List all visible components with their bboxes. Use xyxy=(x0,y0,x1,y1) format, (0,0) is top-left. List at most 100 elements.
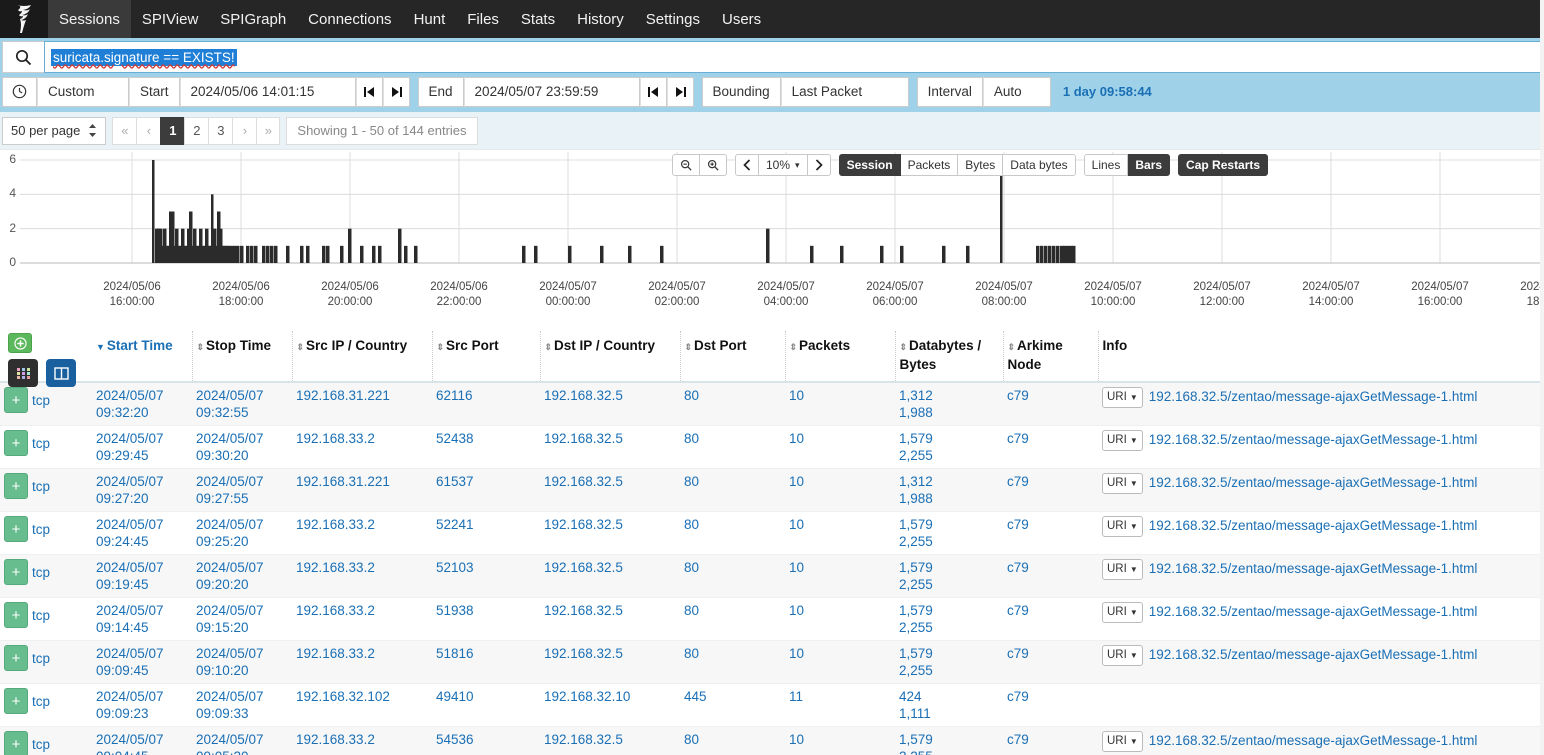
metric-button-data-bytes[interactable]: Data bytes xyxy=(1003,154,1076,176)
cell-start-time[interactable]: 2024/05/07 09:32:20 xyxy=(92,382,192,426)
cell-arkime-node[interactable]: c79 xyxy=(1003,512,1098,555)
bounding-select[interactable]: Last Packet xyxy=(780,76,909,107)
cell-packets[interactable]: 10 xyxy=(785,426,895,469)
metric-button-packets[interactable]: Packets xyxy=(900,154,959,176)
metric-button-session[interactable]: Session xyxy=(838,154,901,176)
page-last-button[interactable]: » xyxy=(256,116,281,145)
cap-restarts-button[interactable]: Cap Restarts xyxy=(1178,154,1269,176)
cell-dst-port[interactable]: 80 xyxy=(680,512,785,555)
end-skip-first-button[interactable] xyxy=(639,76,667,107)
nav-item-sessions[interactable]: Sessions xyxy=(48,0,131,38)
expand-row-button[interactable]: + xyxy=(4,387,28,413)
search-input[interactable]: suricata.signature == EXISTS! xyxy=(44,41,1542,73)
info-field-dropdown[interactable]: URI ▼ xyxy=(1102,473,1143,494)
info-value[interactable]: 192.168.32.5/zentao/message-ajaxGetMessa… xyxy=(1149,561,1478,576)
cell-stop-time[interactable]: 2024/05/07 09:15:20 xyxy=(192,598,292,641)
table-row[interactable]: + tcp 2024/05/07 09:09:45 2024/05/07 09:10:20… xyxy=(0,640,1544,684)
cell-dst-port[interactable]: 445 xyxy=(680,684,785,727)
end-skip-last-button[interactable] xyxy=(666,76,694,107)
info-field-dropdown[interactable]: URI ▼ xyxy=(1102,731,1143,752)
info-value[interactable]: 192.168.32.5/zentao/message-ajaxGetMessa… xyxy=(1149,518,1478,533)
page-prev-button[interactable]: ‹ xyxy=(136,116,161,145)
cell-src-ip[interactable]: 192.168.33.2 xyxy=(292,512,432,555)
grid-view-icon[interactable] xyxy=(8,359,38,387)
cell-stop-time[interactable]: 2024/05/07 09:30:20 xyxy=(192,426,292,469)
cell-start-time[interactable]: 2024/05/07 09:29:45 xyxy=(92,426,192,469)
cell-dst-ip[interactable]: 192.168.32.5 xyxy=(540,555,680,598)
cell-src-port[interactable]: 52103 xyxy=(432,555,540,598)
table-row[interactable]: + tcp 2024/05/07 09:09:23 2024/05/07 09:09:33… xyxy=(0,684,1544,727)
th-src-port[interactable]: ⇕ Src Port xyxy=(432,331,541,382)
cell-databytes[interactable]: 1,312 1,988 xyxy=(895,382,1003,426)
cell-stop-time[interactable]: 2024/05/07 09:25:20 xyxy=(192,512,292,555)
nav-item-spigraph[interactable]: SPIGraph xyxy=(209,0,297,38)
cell-start-time[interactable]: 2024/05/07 09:09:23 xyxy=(92,684,192,727)
info-field-dropdown[interactable]: URI ▼ xyxy=(1102,516,1143,537)
style-button-lines[interactable]: Lines xyxy=(1083,154,1129,176)
cell-stop-time[interactable]: 2024/05/0709:05:20 xyxy=(192,727,292,755)
cell-arkime-node[interactable]: c79 xyxy=(1003,684,1098,727)
th-stop-time[interactable]: ⇕ Stop Time xyxy=(192,331,293,382)
cell-databytes[interactable]: 1,5792,255 xyxy=(895,727,1003,755)
cell-arkime-node[interactable]: c79 xyxy=(1003,426,1098,469)
cell-src-ip[interactable]: 192.168.33.2 xyxy=(292,727,432,755)
cell-dst-port[interactable]: 80 xyxy=(680,382,785,426)
expand-row-button[interactable]: + xyxy=(4,516,28,542)
cell-packets[interactable]: 10 xyxy=(785,555,895,598)
cell-packets[interactable]: 10 xyxy=(785,598,895,641)
th-arkime-node[interactable]: ⇕ Arkime Node xyxy=(1003,331,1099,382)
cell-packets[interactable]: 10 xyxy=(785,512,895,555)
cell-src-port[interactable]: 62116 xyxy=(432,382,540,426)
start-skip-last-button[interactable] xyxy=(382,76,410,107)
time-range-select[interactable]: Custom xyxy=(37,76,129,107)
cell-dst-port[interactable]: 80 xyxy=(680,641,785,684)
cell-stop-time[interactable]: 2024/05/07 09:32:55 xyxy=(192,382,292,426)
th-packets[interactable]: ⇕ Packets xyxy=(785,331,896,382)
cell-stop-time[interactable]: 2024/05/07 09:20:20 xyxy=(192,555,292,598)
cell-dst-ip[interactable]: 192.168.32.5 xyxy=(540,382,680,426)
table-row[interactable]: + tcp 2024/05/07 09:14:45 2024/05/07 09:15:20… xyxy=(0,598,1544,641)
page-next-button[interactable]: › xyxy=(232,116,257,145)
cell-src-ip[interactable]: 192.168.31.221 xyxy=(292,469,432,512)
info-value[interactable]: 192.168.32.5/zentao/message-ajaxGetMessa… xyxy=(1149,389,1478,404)
chart-percent-dropdown[interactable]: 10% ▾ xyxy=(759,154,808,176)
cell-src-port[interactable]: 51938 xyxy=(432,598,540,641)
cell-src-port[interactable]: 52241 xyxy=(432,512,540,555)
style-button-bars[interactable]: Bars xyxy=(1128,154,1171,176)
cell-dst-port[interactable]: 80 xyxy=(680,727,785,755)
cell-databytes[interactable]: 1,5792,255 xyxy=(895,555,1003,598)
info-value[interactable]: 192.168.32.5/zentao/message-ajaxGetMessa… xyxy=(1149,432,1478,447)
cell-src-ip[interactable]: 192.168.31.221 xyxy=(292,382,432,426)
table-row[interactable]: + tcp 2024/05/07 09:24:45 2024/05/07 09:25:20… xyxy=(0,512,1544,555)
cell-databytes[interactable]: 1,5792,255 xyxy=(895,641,1003,684)
cell-src-port[interactable]: 49410 xyxy=(432,684,540,727)
cell-stop-time[interactable]: 2024/05/07 09:27:55 xyxy=(192,469,292,512)
expand-row-button[interactable]: + xyxy=(4,559,28,585)
cell-src-port[interactable]: 61537 xyxy=(432,469,540,512)
cell-src-ip[interactable]: 192.168.33.2 xyxy=(292,426,432,469)
zoom-out-icon[interactable] xyxy=(672,154,700,176)
nav-item-users[interactable]: Users xyxy=(711,0,772,38)
expand-row-button[interactable]: + xyxy=(4,688,28,714)
cell-arkime-node[interactable]: c79 xyxy=(1003,382,1098,426)
cell-src-port[interactable]: 52438 xyxy=(432,426,540,469)
cell-start-time[interactable]: 2024/05/07 09:14:45 xyxy=(92,598,192,641)
expand-row-button[interactable]: + xyxy=(4,602,28,628)
cell-stop-time[interactable]: 2024/05/07 09:10:20 xyxy=(192,641,292,684)
chevron-right-icon[interactable] xyxy=(807,154,831,176)
cell-dst-ip[interactable]: 192.168.32.5 xyxy=(540,426,680,469)
table-row[interactable]: + tcp 2024/05/07 09:27:20 2024/05/07 09:27:55… xyxy=(0,468,1544,512)
cell-databytes[interactable]: 1,312 1,988 xyxy=(895,469,1003,512)
cell-dst-ip[interactable]: 192.168.32.5 xyxy=(540,598,680,641)
expand-row-button[interactable]: + xyxy=(4,473,28,499)
cell-arkime-node[interactable]: c79 xyxy=(1003,555,1098,598)
cell-src-ip[interactable]: 192.168.33.2 xyxy=(292,641,432,684)
cell-dst-port[interactable]: 80 xyxy=(680,469,785,512)
cell-start-time[interactable]: 2024/05/0709:04:45 xyxy=(92,727,192,755)
start-skip-first-button[interactable] xyxy=(355,76,383,107)
interval-select[interactable]: Auto xyxy=(982,76,1051,107)
cell-dst-ip[interactable]: 192.168.32.5 xyxy=(540,641,680,684)
add-circle-icon[interactable] xyxy=(8,333,32,353)
cell-arkime-node[interactable]: c79 xyxy=(1003,598,1098,641)
cell-dst-port[interactable]: 80 xyxy=(680,555,785,598)
